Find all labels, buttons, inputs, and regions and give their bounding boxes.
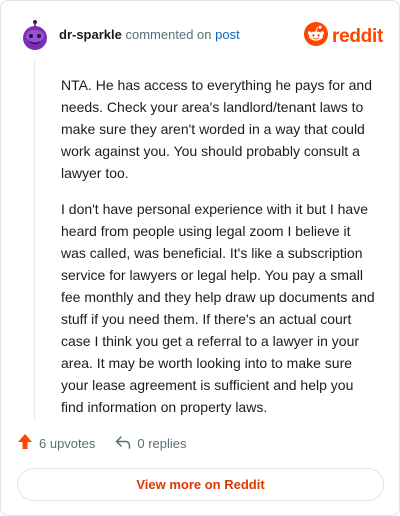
view-more-button[interactable]: View more on Reddit — [17, 468, 384, 501]
comment-body: NTA. He has access to everything he pays… — [61, 74, 377, 432]
reddit-logo-icon — [304, 22, 329, 51]
attribution-verb: commented on — [125, 27, 212, 42]
upvote-arrow-icon — [17, 433, 33, 453]
reply-arrow-icon — [115, 435, 131, 452]
comment-header: dr-sparkle commented on post reddit — [21, 19, 383, 51]
reddit-brand[interactable]: reddit — [304, 22, 383, 51]
comment-actions: 6 upvotes 0 replies — [17, 433, 187, 453]
post-link[interactable]: post — [215, 27, 240, 42]
comment-paragraph: NTA. He has access to everything he pays… — [61, 77, 373, 181]
comment-attribution: dr-sparkle commented on post — [59, 27, 240, 43]
username[interactable]: dr-sparkle — [59, 27, 122, 42]
comment-embed-card: dr-sparkle commented on post reddit NTA.… — [0, 0, 400, 516]
comment-paragraph: I don't have personal experience with it… — [61, 201, 375, 415]
upvote-button[interactable]: 6 upvotes — [17, 433, 95, 453]
reply-button[interactable]: 0 replies — [115, 435, 187, 452]
upvote-count: 6 upvotes — [39, 435, 96, 451]
snoo-avatar-icon[interactable] — [21, 19, 49, 51]
thread-line — [34, 59, 35, 421]
reply-count: 0 replies — [137, 435, 187, 451]
reddit-wordmark: reddit — [332, 25, 383, 47]
